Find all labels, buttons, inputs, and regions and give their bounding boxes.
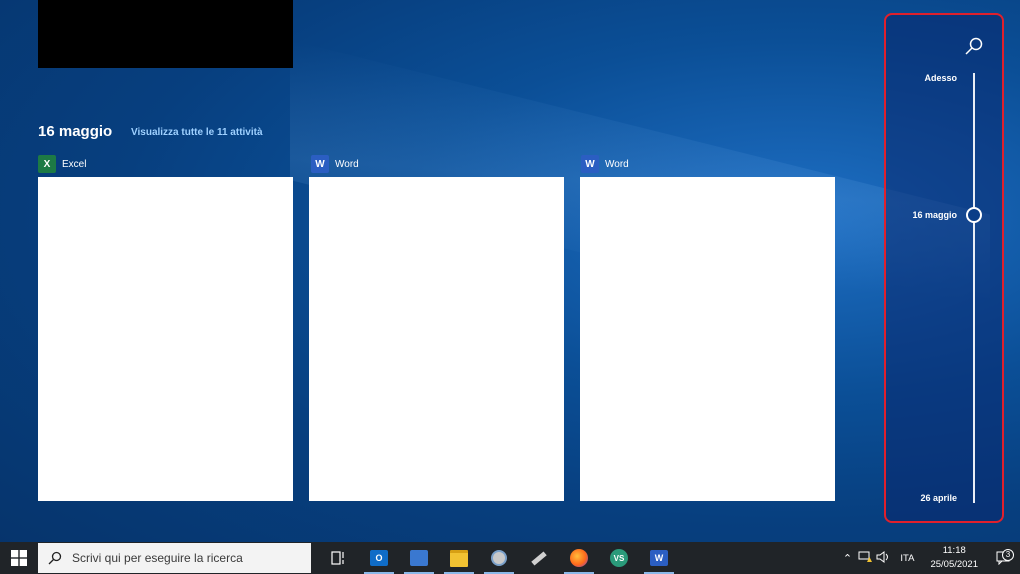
network-app-icon[interactable] bbox=[399, 542, 439, 574]
notification-count-badge: 3 bbox=[1002, 549, 1014, 561]
clock[interactable]: 11:18 25/05/2021 bbox=[930, 544, 978, 572]
word-icon: W bbox=[581, 155, 599, 173]
taskbar: Scrivi qui per eseguire la ricerca O VS … bbox=[0, 542, 1020, 574]
system-tray: ⌃ ITA 11:18 25/05/2021 3 bbox=[838, 542, 1020, 574]
app-name: Word bbox=[335, 158, 359, 170]
start-button[interactable] bbox=[0, 542, 38, 574]
activity-card-word[interactable] bbox=[309, 177, 564, 501]
excel-icon: X bbox=[38, 155, 56, 173]
paint-icon[interactable] bbox=[479, 542, 519, 574]
redacted-thumbnail bbox=[38, 0, 293, 68]
network-warning-icon[interactable] bbox=[856, 551, 874, 565]
date-heading: 16 maggio bbox=[38, 123, 113, 140]
activity-app-label-word: W Word bbox=[311, 155, 359, 173]
search-placeholder: Scrivi qui per eseguire la ricerca bbox=[72, 551, 243, 565]
windows-icon bbox=[11, 550, 27, 566]
timeline-label-now[interactable]: Adesso bbox=[877, 73, 957, 83]
view-all-activities-link[interactable]: Visualizza tutte le 11 attività bbox=[131, 127, 263, 138]
timeline-label-26-april[interactable]: 26 aprile bbox=[877, 493, 957, 503]
activity-app-label-word-2: W Word bbox=[581, 155, 629, 173]
vs-app-icon[interactable]: VS bbox=[599, 542, 639, 574]
word-icon: W bbox=[311, 155, 329, 173]
taskbar-search-input[interactable]: Scrivi qui per eseguire la ricerca bbox=[38, 543, 311, 573]
app-name: Word bbox=[605, 158, 629, 170]
language-indicator[interactable]: ITA bbox=[892, 553, 922, 564]
clock-time: 11:18 bbox=[942, 545, 966, 556]
chevron-up-icon[interactable]: ⌃ bbox=[838, 552, 856, 565]
timeline-scrollbar-thumb[interactable] bbox=[966, 207, 982, 223]
file-explorer-icon[interactable] bbox=[439, 542, 479, 574]
activity-card-excel[interactable] bbox=[38, 177, 293, 501]
timeline-panel bbox=[884, 13, 1004, 523]
search-icon bbox=[48, 551, 62, 565]
clock-date: 25/05/2021 bbox=[930, 559, 978, 570]
outlook-icon[interactable]: O bbox=[359, 542, 399, 574]
timeline-label-16-may[interactable]: 16 maggio bbox=[877, 210, 957, 220]
timeline-scrollbar-track[interactable] bbox=[973, 73, 975, 503]
app-name: Excel bbox=[62, 158, 87, 170]
task-view-icon[interactable] bbox=[319, 542, 359, 574]
notifications-button[interactable]: 3 bbox=[986, 549, 1020, 565]
activity-app-label-excel: X Excel bbox=[38, 155, 86, 173]
usb-icon[interactable] bbox=[519, 542, 559, 574]
search-icon[interactable] bbox=[963, 36, 985, 58]
volume-icon[interactable] bbox=[874, 551, 892, 565]
activity-card-word-2[interactable] bbox=[580, 177, 835, 501]
word-icon[interactable]: W bbox=[639, 542, 679, 574]
firefox-icon[interactable] bbox=[559, 542, 599, 574]
